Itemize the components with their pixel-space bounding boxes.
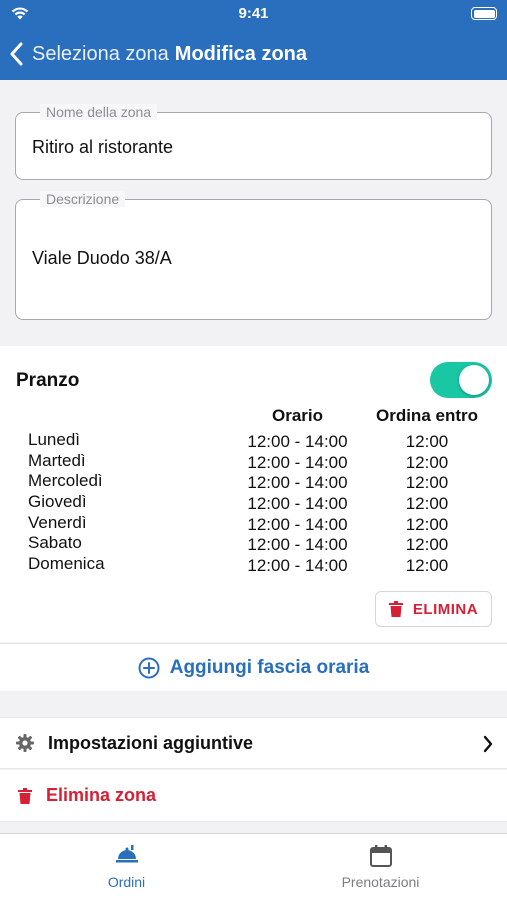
tab-orders-label: Ordini	[107, 874, 146, 890]
back-label: Seleziona zona	[32, 42, 169, 65]
order-by-value: 12:00	[405, 473, 449, 493]
delete-slot-label: ELIMINA	[412, 600, 479, 618]
hours-value: 12:00 - 14:00	[247, 535, 348, 555]
tab-reservations[interactable]: Prenotazioni	[254, 834, 507, 900]
order-by-value: 12:00	[405, 452, 449, 472]
toggle-knob	[459, 365, 489, 395]
column-header-order-by: Ordina entro	[375, 406, 478, 425]
slot-title: Pranzo	[16, 370, 80, 391]
hours-value: 12:00 - 14:00	[247, 514, 348, 534]
day-label: Sabato	[28, 533, 82, 553]
hours-value: 12:00 - 14:00	[247, 556, 348, 576]
schedule-row: Sabato 12:00 - 14:00 12:00	[0, 533, 507, 554]
order-by-value: 12:00	[405, 556, 449, 576]
additional-settings-row[interactable]: Impostazioni aggiuntive	[0, 717, 507, 769]
zone-name-label: Nome della zona	[40, 104, 158, 120]
delete-zone-label: Elimina zona	[46, 785, 157, 805]
schedule-row: Martedì 12:00 - 14:00 12:00	[0, 451, 507, 472]
schedule-row: Mercoledì 12:00 - 14:00 12:00	[0, 471, 507, 492]
delete-slot-button[interactable]: ELIMINA	[375, 591, 492, 627]
status-time: 9:41	[238, 5, 269, 22]
schedule-row: Giovedì 12:00 - 14:00 12:00	[0, 492, 507, 513]
gear-icon	[16, 734, 34, 752]
schedule-table: Lunedì 12:00 - 14:00 12:00 Martedì 12:00…	[0, 430, 507, 575]
calendar-icon	[369, 845, 392, 867]
hours-value: 12:00 - 14:00	[247, 452, 348, 472]
schedule-row: Venerdì 12:00 - 14:00 12:00	[0, 513, 507, 534]
food-tray-icon	[115, 845, 138, 863]
hours-value: 12:00 - 14:00	[247, 473, 348, 493]
column-header-hours: Orario	[271, 406, 324, 425]
tab-reservations-label: Prenotazioni	[341, 874, 420, 890]
order-by-value: 12:00	[405, 494, 449, 514]
delete-zone-row[interactable]: Elimina zona	[0, 770, 507, 822]
slot-enabled-toggle[interactable]	[430, 362, 492, 398]
day-label: Lunedì	[28, 430, 80, 449]
hours-value: 12:00 - 14:00	[247, 494, 348, 514]
zone-form: Nome della zona Ritiro al ristorante Des…	[0, 80, 507, 344]
add-time-slot-button[interactable]: Aggiungi fascia oraria	[0, 643, 507, 691]
day-label: Mercoledì	[28, 471, 103, 491]
schedule-row: Domenica 12:00 - 14:00 12:00	[0, 554, 507, 575]
battery-icon	[471, 7, 497, 20]
status-bar: 9:41	[0, 0, 507, 28]
schedule-row: Lunedì 12:00 - 14:00 12:00	[0, 430, 507, 451]
trash-icon	[18, 787, 32, 804]
chevron-left-icon	[10, 42, 23, 66]
navigation-bar: Seleziona zona Modifica zona	[0, 28, 507, 80]
page-title: Modifica zona	[174, 42, 308, 65]
order-by-value: 12:00	[405, 535, 449, 555]
add-time-slot-label: Aggiungi fascia oraria	[169, 656, 370, 678]
zone-name-value: Ritiro al ristorante	[32, 137, 174, 157]
day-label: Venerdì	[28, 512, 87, 532]
additional-settings-label: Impostazioni aggiuntive	[48, 732, 254, 753]
day-label: Martedì	[28, 450, 86, 470]
tab-orders[interactable]: Ordini	[0, 834, 253, 900]
tab-bar: Ordini Prenotazioni	[0, 833, 507, 900]
time-slot-card: Pranzo Orario Ordina entro Lunedì 12:00 …	[0, 346, 507, 642]
zone-description-value: Viale Duodo 38/A	[32, 248, 172, 268]
zone-description-label: Descrizione	[40, 191, 126, 207]
chevron-right-icon	[483, 735, 493, 753]
day-label: Giovedì	[28, 492, 87, 512]
back-button[interactable]: Seleziona zona	[10, 42, 169, 66]
day-label: Domenica	[28, 554, 105, 574]
zone-name-field[interactable]: Nome della zona Ritiro al ristorante	[15, 104, 492, 180]
trash-icon	[388, 601, 403, 617]
plus-circle-icon	[138, 657, 160, 678]
hours-value: 12:00 - 14:00	[247, 432, 348, 451]
order-by-value: 12:00	[405, 432, 449, 451]
order-by-value: 12:00	[405, 514, 449, 534]
zone-description-field[interactable]: Descrizione Viale Duodo 38/A	[15, 191, 492, 320]
